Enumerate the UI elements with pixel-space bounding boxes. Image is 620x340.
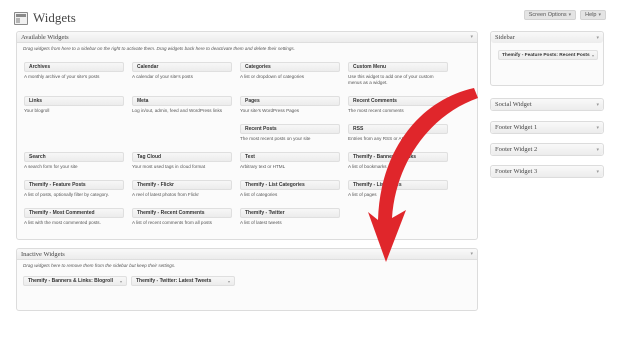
widget-title[interactable]: Meta bbox=[132, 96, 232, 106]
widget-title[interactable]: Themify - Most Commented bbox=[24, 208, 124, 218]
widget-description: A monthly archive of your site's posts bbox=[24, 74, 100, 79]
expand-arrow-icon[interactable]: ▾ bbox=[228, 277, 230, 285]
widget-links[interactable]: Links Your blogroll bbox=[24, 96, 124, 114]
sidebar-area-footer-widget-1[interactable]: Footer Widget 1 ▾ bbox=[490, 121, 604, 134]
expand-arrow-icon[interactable]: ▾ bbox=[592, 51, 594, 59]
sidebar-area-title: Footer Widget 3 bbox=[495, 168, 538, 175]
collapse-arrow-icon[interactable]: ▾ bbox=[596, 125, 599, 131]
widget-title[interactable]: Recent Posts bbox=[240, 124, 340, 134]
sidebar-area-header[interactable]: Footer Widget 1 ▾ bbox=[491, 122, 603, 133]
inactive-widget-banners-links[interactable]: Themify - Banners & Links: Blogroll ▾ bbox=[23, 276, 127, 286]
widget-title[interactable]: Pages bbox=[240, 96, 340, 106]
widget-title[interactable]: Archives bbox=[24, 62, 124, 72]
available-widgets-description: Drag widgets from here to a sidebar on t… bbox=[23, 46, 295, 51]
collapse-arrow-icon[interactable]: ▾ bbox=[596, 102, 599, 108]
screen-options-button[interactable]: Screen Options ▾ bbox=[523, 10, 577, 20]
widget-title[interactable]: Themify - List Categories bbox=[240, 180, 340, 190]
sidebar-widget-feature-posts[interactable]: Themify - Feature Posts: Recent Posts ▾ bbox=[498, 50, 598, 60]
widget-tag-cloud[interactable]: Tag Cloud Your most used tags in cloud f… bbox=[132, 152, 232, 170]
widget-title[interactable]: Links bbox=[24, 96, 124, 106]
chevron-down-icon: ▾ bbox=[598, 12, 601, 18]
widget-description: Log in/out, admin, feed and WordPress li… bbox=[132, 108, 223, 113]
sidebar-area-title: Footer Widget 1 bbox=[495, 124, 538, 131]
available-widgets-title: Available Widgets bbox=[21, 33, 69, 41]
widget-themify-flickr[interactable]: Themify - Flickr A reel of latest photos… bbox=[132, 180, 232, 198]
widget-title[interactable]: Search bbox=[24, 152, 124, 162]
inactive-widgets-title: Inactive Widgets bbox=[21, 250, 65, 258]
inactive-widget-twitter[interactable]: Themify - Twitter: Latest Tweets ▾ bbox=[131, 276, 235, 286]
widget-description: The most recent posts on your site bbox=[240, 136, 311, 141]
widget-themify-recent-comments[interactable]: Themify - Recent Comments A list of rece… bbox=[132, 208, 232, 226]
widget-description: A list of latest tweets bbox=[240, 220, 282, 225]
sidebar-area-footer-widget-2[interactable]: Footer Widget 2 ▾ bbox=[490, 143, 604, 156]
page-title: Widgets bbox=[33, 10, 76, 25]
widget-categories[interactable]: Categories A list or dropdown of categor… bbox=[240, 62, 340, 80]
widget-description: Your blogroll bbox=[24, 108, 50, 113]
collapse-arrow-icon[interactable]: ▾ bbox=[596, 35, 599, 41]
widget-title[interactable]: Tag Cloud bbox=[132, 152, 232, 162]
widget-title[interactable]: Themify - Twitter bbox=[240, 208, 340, 218]
widget-description: Your most used tags in cloud format bbox=[132, 164, 206, 169]
inactive-widget-label: Themify - Twitter: Latest Tweets bbox=[136, 278, 212, 284]
widget-title[interactable]: Themify - Feature Posts bbox=[24, 180, 124, 190]
widget-description: A list of posts, optionally filter by ca… bbox=[24, 192, 109, 197]
sidebar-area-title: Footer Widget 2 bbox=[495, 146, 538, 153]
collapse-arrow-icon[interactable]: ▾ bbox=[470, 34, 473, 40]
widget-description: A reel of latest photos from Flickr bbox=[132, 192, 199, 197]
widget-description: A list or dropdown of categories bbox=[240, 74, 305, 79]
widget-description: A list of recent comments from all posts bbox=[132, 220, 212, 225]
widget-themify-list-categories[interactable]: Themify - List Categories A list of cate… bbox=[240, 180, 340, 198]
widget-description: A list with the most commented posts. bbox=[24, 220, 101, 225]
sidebar-area-header[interactable]: Sidebar ▾ bbox=[491, 32, 603, 43]
widget-title[interactable]: Themify - Recent Comments bbox=[132, 208, 232, 218]
screen-options-label: Screen Options bbox=[528, 12, 567, 18]
widget-themify-most-commented[interactable]: Themify - Most Commented A list with the… bbox=[24, 208, 124, 226]
widget-pages[interactable]: Pages Your site's WordPress Pages bbox=[240, 96, 340, 114]
widget-text[interactable]: Text Arbitrary text or HTML bbox=[240, 152, 340, 170]
sidebar-area-header[interactable]: Social Widget ▾ bbox=[491, 99, 603, 110]
inactive-widget-label: Themify - Banners & Links: Blogroll bbox=[28, 278, 114, 284]
sidebar-area-social-widget[interactable]: Social Widget ▾ bbox=[490, 98, 604, 111]
available-widgets-header[interactable]: Available Widgets ▾ bbox=[17, 32, 477, 43]
widget-description: A calendar of your site's posts bbox=[132, 74, 193, 79]
widget-themify-feature-posts[interactable]: Themify - Feature Posts A list of posts,… bbox=[24, 180, 124, 198]
widget-recent-posts[interactable]: Recent Posts The most recent posts on yo… bbox=[240, 124, 340, 142]
widget-description: A search form for your site bbox=[24, 164, 78, 169]
widget-themify-twitter[interactable]: Themify - Twitter A list of latest tweet… bbox=[240, 208, 340, 226]
sidebar-area-sidebar: Sidebar ▾ Themify - Feature Posts: Recen… bbox=[490, 31, 604, 86]
widget-description: Your site's WordPress Pages bbox=[240, 108, 300, 113]
sidebar-area-footer-widget-3[interactable]: Footer Widget 3 ▾ bbox=[490, 165, 604, 178]
widget-search[interactable]: Search A search form for your site bbox=[24, 152, 124, 170]
widget-title[interactable]: Text bbox=[240, 152, 340, 162]
drag-hint-arrow-icon bbox=[368, 88, 478, 262]
widget-description: A list of categories bbox=[240, 192, 278, 197]
widgets-icon bbox=[14, 11, 28, 25]
sidebar-area-title: Sidebar bbox=[495, 34, 515, 41]
widget-archives[interactable]: Archives A monthly archive of your site'… bbox=[24, 62, 124, 80]
sidebar-widget-label: Themify - Feature Posts: Recent Posts bbox=[502, 53, 590, 58]
widget-title[interactable]: Calendar bbox=[132, 62, 232, 72]
help-button[interactable]: Help ▾ bbox=[580, 10, 606, 20]
widget-meta[interactable]: Meta Log in/out, admin, feed and WordPre… bbox=[132, 96, 232, 114]
widget-description: Arbitrary text or HTML bbox=[240, 164, 286, 169]
help-label: Help bbox=[585, 12, 597, 18]
sidebar-area-header[interactable]: Footer Widget 2 ▾ bbox=[491, 144, 603, 155]
sidebar-area-header[interactable]: Footer Widget 3 ▾ bbox=[491, 166, 603, 177]
widget-title[interactable]: Themify - Flickr bbox=[132, 180, 232, 190]
collapse-arrow-icon[interactable]: ▾ bbox=[596, 147, 599, 153]
collapse-arrow-icon[interactable]: ▾ bbox=[596, 169, 599, 175]
page-header: Widgets bbox=[14, 10, 76, 26]
screen-meta-tabs: Screen Options ▾ Help ▾ bbox=[523, 10, 606, 20]
widget-calendar[interactable]: Calendar A calendar of your site's posts bbox=[132, 62, 232, 80]
expand-arrow-icon[interactable]: ▾ bbox=[120, 277, 122, 285]
chevron-down-icon: ▾ bbox=[568, 12, 572, 18]
widget-title[interactable]: Custom Menu bbox=[348, 62, 448, 72]
widget-title[interactable]: Categories bbox=[240, 62, 340, 72]
sidebar-area-title: Social Widget bbox=[495, 101, 532, 108]
